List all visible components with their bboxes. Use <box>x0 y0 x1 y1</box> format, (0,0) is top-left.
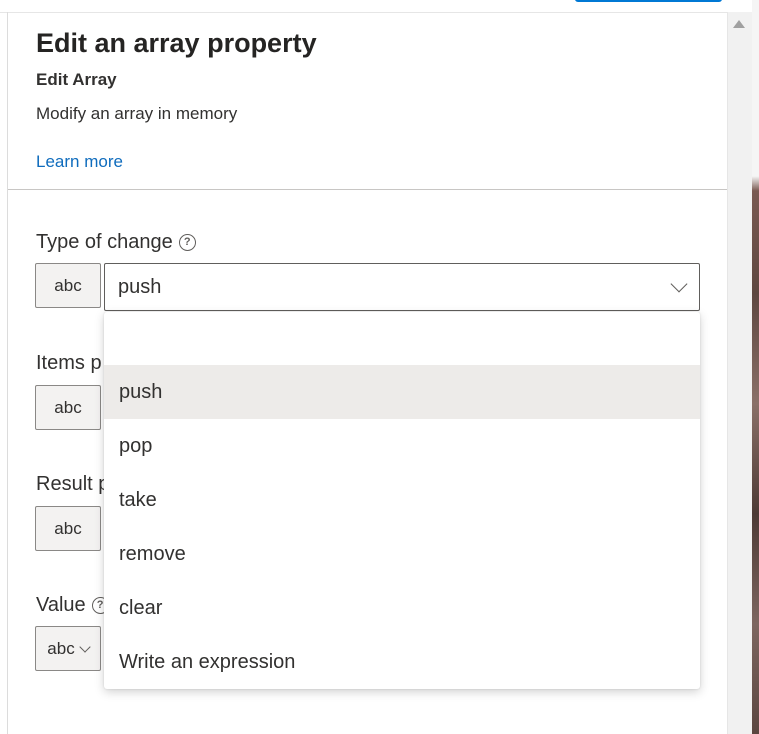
items-property-label: Items p <box>36 352 102 374</box>
help-icon[interactable]: ? <box>178 234 196 251</box>
dropdown-option-take[interactable]: take <box>104 473 700 527</box>
chevron-down-icon <box>670 275 688 293</box>
dropdown-option-remove[interactable]: remove <box>104 527 700 581</box>
type-of-change-label: Type of change? <box>36 231 196 254</box>
result-property-type-badge: abc <box>35 506 101 551</box>
result-property-label: Result p <box>36 473 110 495</box>
dropdown-option-empty[interactable] <box>104 312 700 366</box>
value-label-text: Value <box>36 594 86 616</box>
dropdown-option-pop[interactable]: pop <box>104 419 700 473</box>
dropdown-option-push[interactable]: push <box>104 365 700 419</box>
panel-top-border <box>0 12 727 13</box>
type-of-change-label-text: Type of change <box>36 231 173 253</box>
background-canvas-edge <box>752 0 759 734</box>
top-primary-button[interactable] <box>575 0 722 2</box>
panel-title: Edit an array property <box>36 28 317 58</box>
chevron-down-icon <box>79 640 91 653</box>
type-of-change-value: push <box>118 276 162 298</box>
value-type-badge: abc <box>47 638 75 658</box>
panel-subtitle: Edit Array <box>36 70 117 89</box>
value-type-picker[interactable]: abc <box>35 626 101 671</box>
type-of-change-select[interactable]: push <box>104 263 700 311</box>
vertical-scrollbar[interactable] <box>727 12 753 734</box>
learn-more-link[interactable]: Learn more <box>36 152 123 172</box>
type-of-change-dropdown-menu: push pop take remove clear Write an expr… <box>104 312 700 689</box>
caret-up-icon[interactable] <box>733 20 745 28</box>
items-property-type-badge: abc <box>35 385 101 430</box>
dropdown-option-clear[interactable]: clear <box>104 581 700 635</box>
panel-left-border <box>7 12 8 734</box>
type-of-change-type-badge: abc <box>35 263 101 308</box>
value-label: Value? <box>36 594 109 617</box>
header-divider <box>8 189 727 190</box>
panel-description: Modify an array in memory <box>36 104 238 123</box>
dropdown-option-write-expression[interactable]: Write an expression <box>104 635 700 689</box>
